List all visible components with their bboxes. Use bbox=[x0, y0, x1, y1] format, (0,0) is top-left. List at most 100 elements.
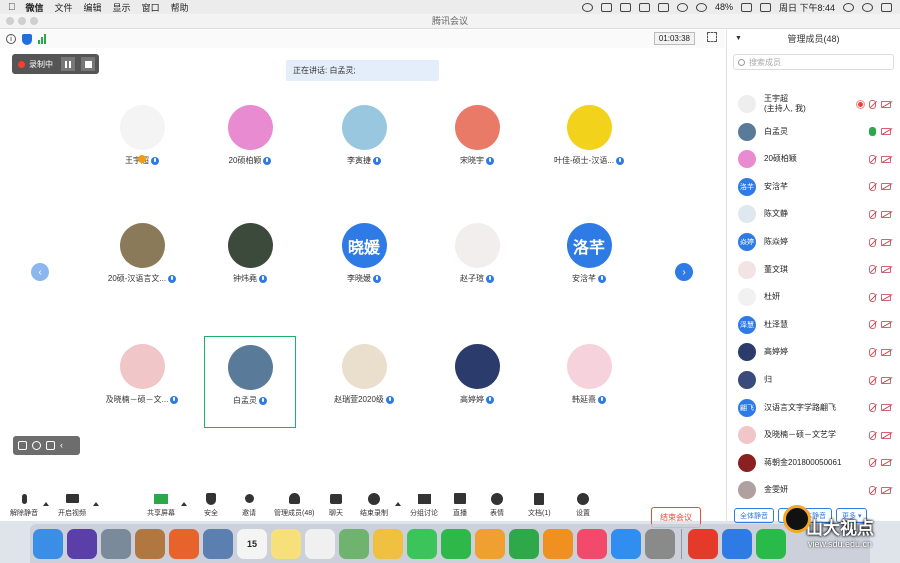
time-machine-icon[interactable] bbox=[676, 2, 688, 12]
member-row[interactable]: 杜妍 bbox=[727, 285, 900, 309]
dock-appstore-icon[interactable] bbox=[611, 528, 641, 559]
dock-books-icon[interactable] bbox=[543, 528, 573, 559]
fullscreen-icon[interactable] bbox=[707, 32, 717, 42]
unmute-button[interactable]: 解除静音 bbox=[10, 492, 38, 518]
participant-tile[interactable]: 洛芊 安浛芊 bbox=[543, 215, 635, 307]
dock-messages-icon[interactable] bbox=[407, 528, 437, 559]
camera-off-icon[interactable] bbox=[881, 293, 891, 301]
stop-recording-toolbar-button[interactable]: 结束录制 bbox=[360, 492, 388, 518]
apple-icon[interactable]:  bbox=[8, 2, 16, 13]
battery-icon[interactable] bbox=[740, 2, 752, 12]
participant-tile[interactable]: 高婷婷 bbox=[431, 336, 523, 428]
user-icon[interactable] bbox=[862, 2, 873, 12]
speaker-view-icon[interactable] bbox=[46, 441, 55, 450]
camera-off-icon[interactable] bbox=[881, 210, 891, 218]
network-signal-icon[interactable] bbox=[38, 34, 46, 44]
next-page-button[interactable]: › bbox=[675, 263, 693, 281]
member-row[interactable]: 焱婷 陈焱婷 bbox=[727, 230, 900, 254]
wps-status-icon[interactable] bbox=[600, 2, 612, 12]
manage-members-button[interactable]: 管理成员(48) bbox=[274, 492, 314, 518]
camera-off-icon[interactable] bbox=[881, 155, 891, 163]
dock-wps-icon[interactable] bbox=[688, 528, 718, 559]
wifi-icon[interactable] bbox=[695, 2, 707, 12]
camera-off-icon[interactable] bbox=[881, 238, 891, 246]
camera-off-icon[interactable] bbox=[881, 404, 891, 412]
dock-siri-icon[interactable] bbox=[67, 528, 97, 559]
pause-recording-button[interactable] bbox=[61, 57, 75, 71]
dock-facetime-icon[interactable] bbox=[441, 528, 471, 559]
dock-numbers-icon[interactable] bbox=[509, 528, 539, 559]
member-row[interactable]: 陈文静 bbox=[727, 202, 900, 226]
mic-off-icon[interactable] bbox=[869, 209, 876, 219]
dock-tencent-meeting-icon[interactable] bbox=[722, 528, 752, 559]
mic-off-icon[interactable] bbox=[869, 485, 876, 495]
participant-tile[interactable]: 白孟灵 bbox=[204, 336, 296, 428]
member-search-input[interactable]: 搜索成员 bbox=[733, 54, 894, 70]
mic-off-icon[interactable] bbox=[869, 292, 876, 302]
audio-options-caret[interactable] bbox=[43, 502, 49, 506]
breakout-rooms-button[interactable]: 分组讨论 bbox=[410, 492, 438, 518]
participant-tile[interactable]: 赵子瑄 bbox=[431, 215, 523, 307]
dock-finder-icon[interactable] bbox=[33, 528, 63, 559]
input-method-icon[interactable] bbox=[759, 2, 771, 12]
participant-tile[interactable]: 晓媛 李晓媛 bbox=[318, 215, 410, 307]
menu-item-view[interactable]: 显示 bbox=[113, 1, 131, 14]
mic-off-icon[interactable] bbox=[869, 154, 876, 164]
minimize-window-button[interactable] bbox=[18, 17, 26, 25]
close-window-button[interactable] bbox=[6, 17, 14, 25]
live-button[interactable]: 直播 bbox=[453, 492, 467, 518]
member-row[interactable]: 及晓楠－硕－文艺学 bbox=[727, 423, 900, 447]
member-row[interactable]: 董文琪 bbox=[727, 258, 900, 282]
member-row[interactable]: 金雯妍 bbox=[727, 478, 900, 502]
mic-on-icon[interactable] bbox=[869, 127, 876, 137]
dock-firefox-icon[interactable] bbox=[169, 528, 199, 559]
mic-off-icon[interactable] bbox=[869, 458, 876, 468]
mic-off-icon[interactable] bbox=[869, 265, 876, 275]
security-button[interactable]: 安全 bbox=[204, 492, 218, 518]
mic-off-icon[interactable] bbox=[869, 430, 876, 440]
dock-launchpad-icon[interactable] bbox=[101, 528, 131, 559]
dock-preview-icon[interactable] bbox=[203, 528, 233, 559]
dock-maps-icon[interactable] bbox=[339, 528, 369, 559]
mic-off-icon[interactable] bbox=[869, 347, 876, 357]
member-row[interactable]: 泽慧 杜泽慧 bbox=[727, 313, 900, 337]
search-icon[interactable] bbox=[843, 2, 854, 12]
member-row[interactable]: 翩飞 汉语言文字学路翩飞 bbox=[727, 396, 900, 420]
camera-off-icon[interactable] bbox=[881, 376, 891, 384]
mic-off-icon[interactable] bbox=[869, 320, 876, 330]
video-options-caret[interactable] bbox=[93, 502, 99, 506]
start-video-button[interactable]: 开启视频 bbox=[58, 492, 86, 518]
camera-off-icon[interactable] bbox=[881, 100, 891, 108]
menu-app-name[interactable]: 微信 bbox=[26, 1, 44, 14]
camera-off-icon[interactable] bbox=[881, 486, 891, 494]
dock-notebook-icon[interactable] bbox=[135, 528, 165, 559]
member-row[interactable]: 洛芊 安浛芊 bbox=[727, 175, 900, 199]
mic-off-icon[interactable] bbox=[869, 403, 876, 413]
prev-page-button[interactable]: ‹ bbox=[31, 263, 49, 281]
dock-reminders-icon[interactable] bbox=[305, 528, 335, 559]
chat-button[interactable]: 聊天 bbox=[329, 492, 343, 518]
dock-notes-icon[interactable] bbox=[271, 528, 301, 559]
participant-tile[interactable]: 20硕-汉语言文... bbox=[96, 215, 188, 307]
camera-off-icon[interactable] bbox=[881, 321, 891, 329]
emoji-button[interactable]: 表情 bbox=[490, 492, 504, 518]
mic-off-icon[interactable] bbox=[869, 375, 876, 385]
participant-tile[interactable]: 宋晓宇 bbox=[431, 97, 523, 189]
dock-music-icon[interactable] bbox=[577, 528, 607, 559]
camera-off-icon[interactable] bbox=[881, 459, 891, 467]
participant-tile[interactable]: 赵瑞萱2020级 bbox=[318, 336, 410, 428]
dock-pages-icon[interactable] bbox=[475, 528, 505, 559]
mic-off-icon[interactable] bbox=[869, 182, 876, 192]
camera-off-icon[interactable] bbox=[881, 266, 891, 274]
member-row[interactable]: 高婷婷 bbox=[727, 340, 900, 364]
bluetooth-icon[interactable] bbox=[657, 2, 669, 12]
share-options-caret[interactable] bbox=[181, 502, 187, 506]
camera-off-icon[interactable] bbox=[881, 348, 891, 356]
record-options-caret[interactable] bbox=[395, 502, 401, 506]
info-icon[interactable]: i bbox=[6, 34, 16, 44]
settings-button[interactable]: 设置 bbox=[576, 492, 590, 518]
mic-off-icon[interactable] bbox=[869, 99, 876, 109]
camera-off-icon[interactable] bbox=[881, 128, 891, 136]
dock-system-preferences-icon[interactable] bbox=[645, 528, 675, 559]
participant-tile[interactable]: 李寅捷 bbox=[318, 97, 410, 189]
